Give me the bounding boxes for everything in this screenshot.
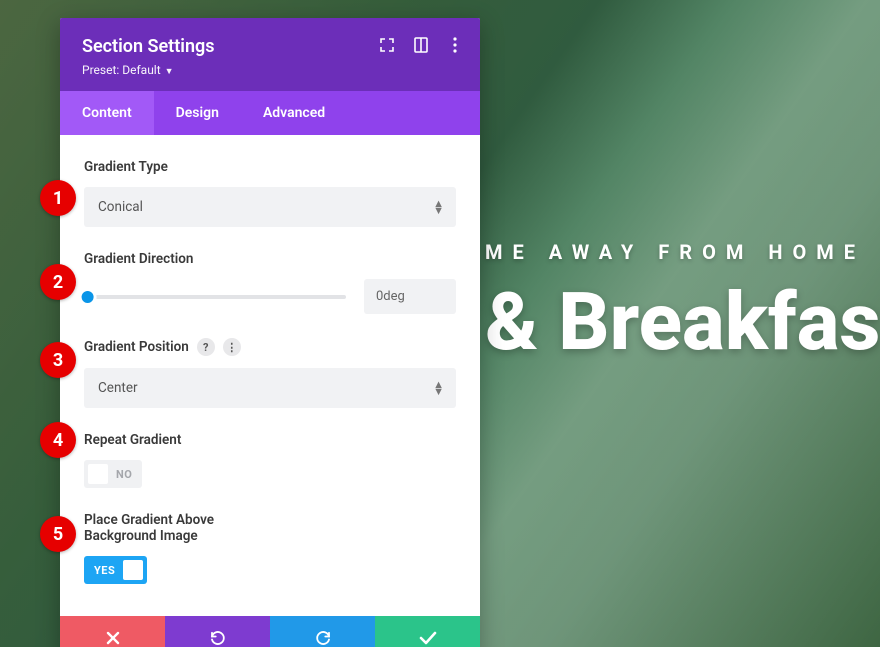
- select-chevrons-icon: ▲▼: [433, 381, 444, 395]
- label-place-above-line1: Place Gradient Above: [84, 512, 456, 528]
- slider-thumb[interactable]: [79, 288, 97, 306]
- annotation-badge-2: 2: [40, 264, 76, 300]
- field-repeat-gradient: Repeat Gradient NO: [84, 432, 456, 488]
- preset-selector[interactable]: Preset: Default ▼: [82, 63, 458, 77]
- cancel-button[interactable]: [60, 616, 165, 647]
- toggle-knob: [88, 464, 108, 484]
- label-gradient-type: Gradient Type: [84, 159, 456, 175]
- label-gradient-direction: Gradient Direction: [84, 251, 456, 267]
- label-gradient-position-text: Gradient Position: [84, 339, 189, 355]
- toggle-repeat-gradient-value: NO: [116, 468, 132, 481]
- preset-label: Preset: Default: [82, 63, 161, 77]
- help-icon[interactable]: ?: [197, 338, 215, 356]
- tab-advanced[interactable]: Advanced: [241, 91, 347, 135]
- responsive-icon[interactable]: [412, 36, 430, 54]
- settings-panel: Section Settings Preset: Default▼: [60, 18, 480, 647]
- select-chevrons-icon: ▲▼: [433, 200, 444, 214]
- label-place-above-line2: Background Image: [84, 528, 456, 544]
- toggle-place-above[interactable]: YES: [84, 556, 147, 584]
- caret-down-icon: ▼: [165, 67, 174, 77]
- field-place-above: Place Gradient Above Background Image YE…: [84, 512, 456, 584]
- field-more-icon[interactable]: ⋮: [223, 338, 241, 356]
- annotation-badge-4: 4: [40, 422, 76, 458]
- tabs: Content Design Advanced: [60, 91, 480, 135]
- save-button[interactable]: [375, 616, 480, 647]
- annotation-badge-5: 5: [40, 516, 76, 552]
- slider-track: [84, 295, 346, 299]
- header-icons: [378, 36, 464, 54]
- panel-body: Gradient Type Conical ▲▼ Gradient Direct…: [60, 135, 480, 616]
- undo-button[interactable]: [165, 616, 270, 647]
- tab-design[interactable]: Design: [154, 91, 241, 135]
- close-icon: [106, 631, 120, 645]
- label-repeat-gradient: Repeat Gradient: [84, 432, 456, 448]
- label-place-above: Place Gradient Above Background Image: [84, 512, 456, 544]
- label-gradient-position: Gradient Position ? ⋮: [84, 338, 456, 356]
- field-gradient-position: Gradient Position ? ⋮ Center ▲▼: [84, 338, 456, 408]
- toggle-knob: [123, 560, 143, 580]
- redo-icon: [314, 629, 332, 647]
- select-gradient-position-value: Center: [98, 380, 138, 396]
- check-icon: [419, 631, 437, 645]
- toggle-place-above-value: YES: [94, 564, 115, 577]
- select-gradient-position[interactable]: Center ▲▼: [84, 368, 456, 408]
- field-gradient-direction: Gradient Direction 0deg: [84, 251, 456, 314]
- select-gradient-type-value: Conical: [98, 199, 143, 215]
- annotation-badge-1: 1: [40, 180, 76, 216]
- panel-footer: [60, 616, 480, 647]
- input-gradient-direction[interactable]: 0deg: [364, 279, 456, 314]
- redo-button[interactable]: [270, 616, 375, 647]
- more-icon[interactable]: [446, 36, 464, 54]
- annotation-badge-3: 3: [40, 342, 76, 378]
- tab-content[interactable]: Content: [60, 91, 154, 135]
- field-gradient-type: Gradient Type Conical ▲▼: [84, 159, 456, 227]
- panel-header: Section Settings Preset: Default▼: [60, 18, 480, 91]
- toggle-repeat-gradient[interactable]: NO: [84, 460, 142, 488]
- undo-icon: [209, 629, 227, 647]
- expand-icon[interactable]: [378, 36, 396, 54]
- select-gradient-type[interactable]: Conical ▲▼: [84, 187, 456, 227]
- slider-gradient-direction[interactable]: [84, 289, 346, 305]
